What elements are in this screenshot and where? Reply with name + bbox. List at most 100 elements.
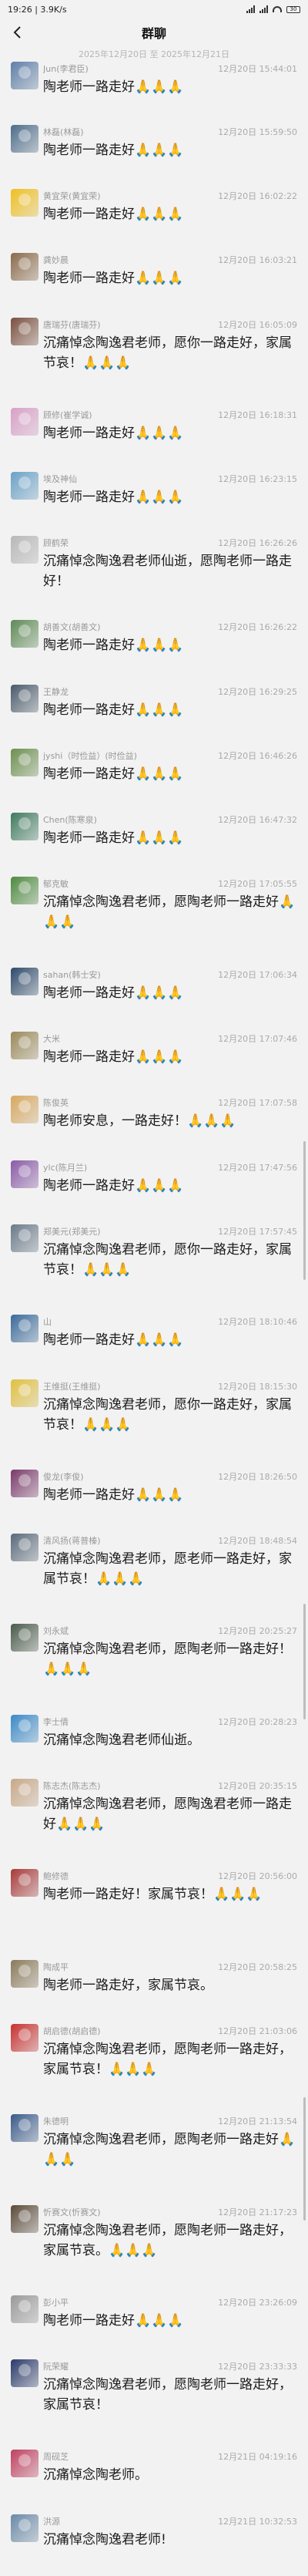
message-text[interactable]: 陶老师一路走好🙏🙏🙏 xyxy=(43,203,297,224)
message-item[interactable]: 顾鹤荣 12月20日 16:26:26 沉痛悼念陶逸君老师仙逝，愿陶老师一路走好！ xyxy=(0,536,308,591)
avatar[interactable] xyxy=(11,2450,38,2478)
message-text[interactable]: 沉痛悼念陶逸君老师仙逝。 xyxy=(43,1729,297,1750)
avatar[interactable] xyxy=(11,620,38,648)
avatar[interactable] xyxy=(11,2359,38,2388)
message-text[interactable]: 沉痛悼念陶逸君老师，愿陶老师一路走好！🙏🙏🙏 xyxy=(43,1638,297,1679)
message-item[interactable]: 洪源 12月21日 10:32:53 沉痛悼念陶逸君老师! xyxy=(0,2514,308,2550)
message-text[interactable]: 陶老师一路走好🙏🙏🙏 xyxy=(43,634,297,655)
message-text[interactable]: 沉痛悼念陶逸君老师，愿陶老师一路走好🙏🙏🙏 xyxy=(43,891,297,932)
scrollbar-thumb-3[interactable] xyxy=(303,2097,306,2221)
avatar[interactable] xyxy=(11,1224,38,1252)
avatar[interactable] xyxy=(11,124,38,153)
message-item[interactable]: 林磊(林磊) 12月20日 15:59:50 陶老师一路走好🙏🙏🙏 xyxy=(0,124,308,160)
message-text[interactable]: 沉痛悼念陶逸君老师，愿陶老师一路走好🙏🙏🙏 xyxy=(43,2128,297,2170)
avatar[interactable] xyxy=(11,748,38,776)
message-text[interactable]: 沉痛悼念陶逸君老师，愿陶老师一路走好，家属节哀！🙏🙏🙏 xyxy=(43,2038,297,2079)
avatar[interactable] xyxy=(11,2514,38,2542)
message-text[interactable]: 陶老师一路走好🙏🙏🙏 xyxy=(43,422,297,443)
message-item[interactable]: 顾修(崔学诚) 12月20日 16:18:31 陶老师一路走好🙏🙏🙏 xyxy=(0,407,308,443)
message-item[interactable]: ylc(陈月兰) 12月20日 17:47:56 陶老师一路走好🙏🙏🙏 xyxy=(0,1160,308,1196)
avatar[interactable] xyxy=(11,1032,38,1059)
message-item[interactable]: 大米 12月20日 17:07:46 陶老师一路走好🙏🙏🙏 xyxy=(0,1032,308,1067)
message-item[interactable]: 周砚芝 12月21日 04:19:16 沉痛悼念陶老师。 xyxy=(0,2450,308,2485)
message-text[interactable]: 陶老师一路走好🙏🙏🙏 xyxy=(43,1328,297,1350)
message-text[interactable]: 沉痛悼念陶逸君老师，愿你一路走好，家属节哀！🙏🙏🙏 xyxy=(43,1393,297,1435)
message-text[interactable]: 沉痛悼念陶逸君老师，愿陶逸君老师一路走好🙏🙏🙏 xyxy=(43,1793,297,1834)
message-item[interactable]: Jun(李君臣) 12月20日 15:44:01 陶老师一路走好🙏🙏🙏 xyxy=(0,62,308,97)
avatar[interactable] xyxy=(11,1624,38,1652)
message-text[interactable]: 陶老师一路走好🙏🙏🙏 xyxy=(43,486,297,507)
message-text[interactable]: 陶老师一路走好🙏🙏🙏 xyxy=(43,267,297,288)
message-item[interactable]: 龚妙晨 12月20日 16:03:21 陶老师一路走好🙏🙏🙏 xyxy=(0,253,308,288)
avatar[interactable] xyxy=(11,684,38,712)
message-item[interactable]: 黄宜荣(黄宜荣) 12月20日 16:02:22 陶老师一路走好🙏🙏🙏 xyxy=(0,188,308,224)
message-text[interactable]: 陶老师一路走好🙏🙏🙏 xyxy=(43,827,297,848)
message-item[interactable]: 李士倩 12月20日 20:28:23 沉痛悼念陶逸君老师仙逝。 xyxy=(0,1714,308,1750)
message-text[interactable]: 沉痛悼念陶逸君老师，愿你一路走好，家属节哀！🙏🙏🙏 xyxy=(43,332,297,373)
message-text[interactable]: 陶老师一路走好🙏🙏🙏 xyxy=(43,1174,297,1196)
avatar[interactable] xyxy=(11,1714,38,1743)
message-item[interactable]: 朱德明 12月20日 21:13:54 沉痛悼念陶逸君老师，愿陶老师一路走好🙏🙏🙏 xyxy=(0,2114,308,2170)
message-item[interactable]: 埃及神仙 12月20日 16:23:15 陶老师一路走好🙏🙏🙏 xyxy=(0,472,308,507)
message-item[interactable]: 郑美元(郑美元) 12月20日 17:57:45 沉痛悼念陶逸君老师，愿你一路走好，… xyxy=(0,1224,308,1280)
message-item[interactable]: 清风扬(蒋普榛) 12月20日 18:48:54 沉痛悼念陶逸君老师，愿老师一路走好… xyxy=(0,1534,308,1589)
message-text[interactable]: 陶老师一路走好🙏🙏🙏 xyxy=(43,139,297,160)
avatar[interactable] xyxy=(11,1096,38,1124)
avatar[interactable] xyxy=(11,1959,38,1988)
message-text[interactable]: 沉痛悼念陶逸君老师仙逝，愿陶老师一路走好！ xyxy=(43,550,297,591)
avatar[interactable] xyxy=(11,967,38,995)
message-item[interactable]: jyshi（时俭益）(时俭益) 12月20日 16:46:26 陶老师一路走好🙏🙏🙏 xyxy=(0,748,308,784)
avatar[interactable] xyxy=(11,2295,38,2323)
message-item[interactable]: 彭小平 12月20日 23:26:09 陶老师一路走好🙏🙏🙏 xyxy=(0,2295,308,2331)
avatar[interactable] xyxy=(11,1869,38,1897)
avatar[interactable] xyxy=(11,2023,38,2052)
avatar[interactable] xyxy=(11,253,38,281)
message-item[interactable]: 唐瑞芬(唐瑞芬) 12月20日 16:05:09 沉痛悼念陶逸君老师，愿你一路走好，… xyxy=(0,317,308,373)
message-text[interactable]: 沉痛悼念陶老师。 xyxy=(43,2463,297,2485)
avatar[interactable] xyxy=(11,1379,38,1407)
message-item[interactable]: 俊龙(李俊) 12月20日 18:26:50 陶老师一路走好🙏🙏🙏 xyxy=(0,1469,308,1505)
message-item[interactable]: 王静龙 12月20日 16:29:25 陶老师一路走好🙏🙏🙏 xyxy=(0,684,308,720)
message-text[interactable]: 沉痛悼念陶逸君老师，愿老师一路走好，家属节哀！🙏🙏🙏 xyxy=(43,1547,297,1589)
avatar[interactable] xyxy=(11,1469,38,1497)
message-text[interactable]: 陶老师一路走好🙏🙏🙏 xyxy=(43,2309,297,2331)
message-text[interactable]: 沉痛悼念陶逸君老师! xyxy=(43,2528,297,2550)
avatar[interactable] xyxy=(11,1160,38,1188)
avatar[interactable] xyxy=(11,1534,38,1562)
message-item[interactable]: 刘永斌 12月20日 20:25:27 沉痛悼念陶逸君老师，愿陶老师一路走好！🙏🙏🙏 xyxy=(0,1624,308,1679)
message-text[interactable]: 沉痛悼念陶逸君老师，愿陶老师一路走好，家属节哀！ xyxy=(43,2373,297,2415)
message-item[interactable]: 陈俊英 12月20日 17:07:58 陶老师安息，一路走好！🙏🙏🙏 xyxy=(0,1096,308,1131)
message-text[interactable]: 沉痛悼念陶逸君老师，愿陶老师一路走好，家属节哀。🙏🙏🙏 xyxy=(43,2219,297,2261)
scrollbar-thumb-2[interactable] xyxy=(303,1604,306,1719)
back-arrow-icon[interactable] xyxy=(11,25,25,39)
avatar[interactable] xyxy=(11,536,38,564)
avatar[interactable] xyxy=(11,1779,38,1807)
avatar[interactable] xyxy=(11,62,38,89)
avatar[interactable] xyxy=(11,1315,38,1343)
avatar[interactable] xyxy=(11,813,38,841)
avatar[interactable] xyxy=(11,472,38,500)
avatar[interactable] xyxy=(11,407,38,436)
message-item[interactable]: 胡善文(胡善文) 12月20日 16:26:22 陶老师一路走好🙏🙏🙏 xyxy=(0,620,308,655)
avatar[interactable] xyxy=(11,2114,38,2143)
message-item[interactable]: 山 12月20日 18:10:46 陶老师一路走好🙏🙏🙏 xyxy=(0,1315,308,1350)
scrollbar-thumb[interactable] xyxy=(303,1141,306,1280)
avatar[interactable] xyxy=(11,317,38,345)
message-item[interactable]: sahan(韩士安) 12月20日 17:06:34 陶老师一路走好🙏🙏🙏 xyxy=(0,967,308,1003)
message-text[interactable]: 陶老师一路走好！家属节哀！🙏🙏🙏 xyxy=(43,1883,297,1904)
message-text[interactable]: 陶老师一路走好🙏🙏🙏 xyxy=(43,1046,297,1067)
message-item[interactable]: 陶成平 12月20日 20:58:25 陶老师一路走好，家属节哀。 xyxy=(0,1959,308,1995)
message-text[interactable]: 陶老师一路走好🙏🙏🙏 xyxy=(43,763,297,784)
avatar[interactable] xyxy=(11,188,38,217)
message-item[interactable]: 王维挺(王维挺) 12月20日 18:15:30 沉痛悼念陶逸君老师，愿你一路走好，… xyxy=(0,1379,308,1435)
message-item[interactable]: 忻赛文(忻赛文) 12月20日 21:17:23 沉痛悼念陶逸君老师，愿陶老师一路走… xyxy=(0,2204,308,2261)
message-text[interactable]: 陶老师安息，一路走好！🙏🙏🙏 xyxy=(43,1110,297,1131)
message-item[interactable]: 胡启德(胡启德) 12月20日 21:03:06 沉痛悼念陶逸君老师，愿陶老师一路走… xyxy=(0,2023,308,2079)
avatar[interactable] xyxy=(11,2204,38,2233)
message-item[interactable]: 阮荣耀 12月20日 23:33:33 沉痛悼念陶逸君老师，愿陶老师一路走好，家属节… xyxy=(0,2359,308,2415)
message-text[interactable]: 陶老师一路走好🙏🙏🙏 xyxy=(43,1483,297,1505)
message-text[interactable]: 陶老师一路走好，家属节哀。 xyxy=(43,1974,297,1995)
message-item[interactable]: 鲍修德 12月20日 20:56:00 陶老师一路走好！家属节哀！🙏🙏🙏 xyxy=(0,1869,308,1904)
message-item[interactable]: Chen(陈寒泉) 12月20日 16:47:32 陶老师一路走好🙏🙏🙏 xyxy=(0,813,308,848)
message-item[interactable]: 陈志杰(陈志杰) 12月20日 20:35:15 沉痛悼念陶逸君老师，愿陶逸君老师一… xyxy=(0,1779,308,1834)
